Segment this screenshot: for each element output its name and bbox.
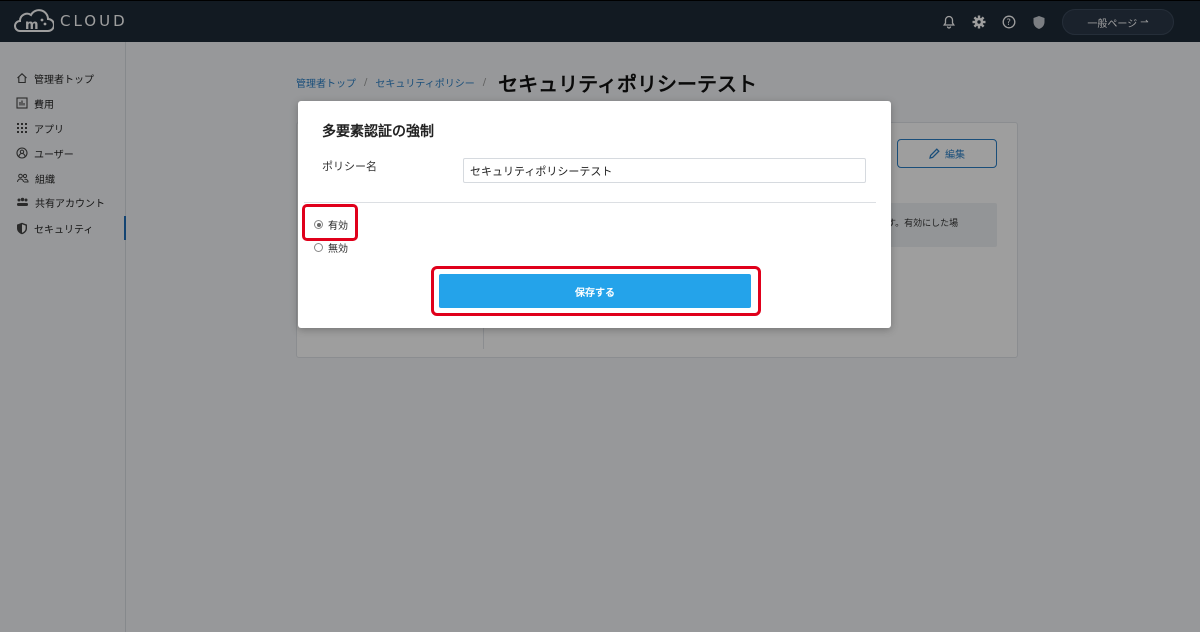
mfa-enforcement-dialog: 多要素認証の強制 ポリシー名 有効 無効 保存する (298, 101, 891, 328)
policy-name-label: ポリシー名 (322, 160, 377, 173)
highlight-box-enabled (302, 204, 358, 241)
radio-disabled-label: 無効 (328, 244, 348, 255)
highlight-box-save (431, 266, 761, 316)
policy-name-input[interactable] (463, 158, 866, 183)
radio-disabled[interactable] (314, 243, 323, 252)
radio-option-disabled[interactable]: 無効 (314, 240, 348, 255)
dialog-divider (304, 202, 876, 203)
dialog-title: 多要素認証の強制 (322, 124, 434, 140)
